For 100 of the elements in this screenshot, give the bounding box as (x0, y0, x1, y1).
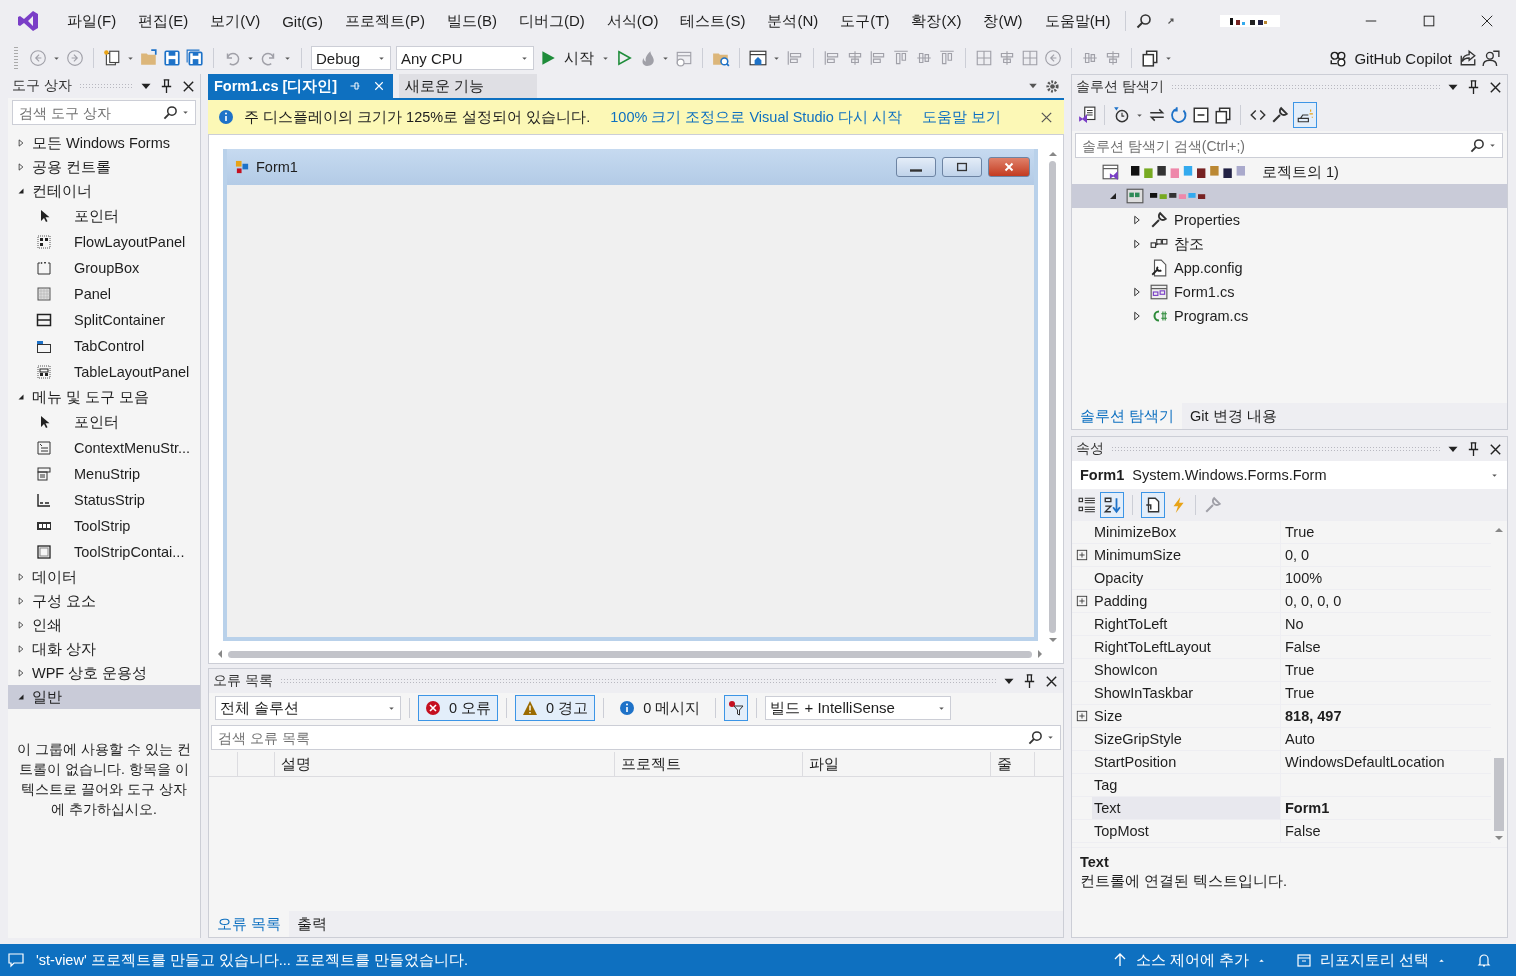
property-value[interactable]: 0, 0, 0, 0 (1281, 593, 1491, 609)
refresh-icon[interactable] (1170, 106, 1188, 124)
align-center-icon[interactable] (846, 49, 864, 67)
toolbox-group[interactable]: 데이터 (8, 565, 200, 589)
notification-bell-icon[interactable] (1476, 952, 1492, 968)
history-icon[interactable] (1113, 106, 1131, 124)
search-icon[interactable] (163, 105, 178, 120)
menu-item[interactable]: 확장(X) (900, 11, 973, 31)
menu-item[interactable]: 편집(E) (127, 11, 200, 31)
toolbox-item[interactable]: SplitContainer (8, 307, 200, 333)
property-value[interactable]: True (1281, 662, 1491, 678)
align-icon[interactable] (786, 49, 804, 67)
share-icon[interactable] (1459, 49, 1477, 67)
layout-icon[interactable] (749, 49, 767, 67)
menu-item[interactable]: 프로젝트(P) (334, 11, 436, 31)
search-icon[interactable] (1028, 730, 1043, 745)
property-name[interactable]: Padding (1092, 590, 1281, 612)
align-bottom-icon[interactable] (938, 49, 956, 67)
column-header[interactable]: 파일 (803, 752, 991, 776)
expand-icon[interactable] (1076, 549, 1088, 561)
maximize-button[interactable] (942, 157, 982, 177)
toolbox-group[interactable]: 메뉴 및 도구 모음 (8, 385, 200, 409)
scroll-up-icon[interactable] (1047, 149, 1058, 159)
sync-icon[interactable] (1148, 106, 1166, 124)
scroll-down-icon[interactable] (1494, 833, 1504, 843)
scroll-right-icon[interactable] (1035, 649, 1045, 659)
new-item-icon[interactable] (103, 49, 121, 67)
menu-item[interactable]: 도구(T) (829, 11, 901, 31)
errors-filter-button[interactable]: 0 오류 (418, 695, 499, 721)
menu-item[interactable]: 테스트(S) (669, 11, 757, 31)
open-folder-icon[interactable] (140, 49, 158, 67)
tree-item[interactable]: Program.cs (1072, 304, 1507, 328)
search-icon[interactable] (1470, 138, 1485, 153)
toolbox-group[interactable]: 공용 컨트롤 (8, 155, 200, 179)
dropdown-caret-icon[interactable] (181, 108, 190, 117)
toolbox-item[interactable]: StatusStrip (8, 487, 200, 513)
settings-icon[interactable] (1045, 78, 1060, 94)
property-name[interactable]: RightToLeft (1092, 613, 1281, 635)
property-name[interactable]: Text (1092, 797, 1281, 819)
close-button[interactable] (988, 157, 1030, 177)
build-filter-dropdown[interactable]: 빌드 + IntelliSense (765, 696, 952, 720)
pin-icon[interactable] (1022, 673, 1037, 689)
property-value[interactable]: True (1281, 685, 1491, 701)
copilot-button[interactable]: GitHub Copilot (1352, 49, 1454, 67)
window-icon[interactable] (675, 49, 693, 67)
scroll-up-icon[interactable] (1494, 525, 1504, 535)
property-value[interactable]: Auto (1281, 731, 1491, 747)
platform-dropdown[interactable]: Any CPU (396, 46, 534, 70)
property-value[interactable]: False (1281, 639, 1491, 655)
menu-item[interactable]: 창(W) (972, 11, 1034, 31)
maximize-icon[interactable] (1422, 14, 1436, 28)
toolbox-group[interactable]: 컨테이너 (8, 179, 200, 203)
align-left-icon[interactable] (823, 49, 841, 67)
object-dropdown[interactable]: Form1 System.Windows.Forms.Form (1072, 461, 1507, 489)
property-value[interactable]: No (1281, 616, 1491, 632)
toolbox-group[interactable]: 일반 (8, 685, 200, 709)
collapsed-arrow-icon[interactable] (1131, 214, 1143, 226)
collapsed-arrow-icon[interactable] (1131, 286, 1143, 298)
search-field[interactable]: 검색 오류 목록 (211, 725, 1061, 750)
save-icon[interactable] (163, 49, 181, 67)
scrollbar-thumb[interactable] (1049, 161, 1056, 633)
expanded-arrow-icon[interactable] (16, 186, 26, 196)
expand-icon[interactable] (1076, 710, 1088, 722)
property-name[interactable]: ShowIcon (1092, 659, 1281, 681)
copy-icon[interactable] (1214, 106, 1232, 124)
menu-item[interactable]: 디버그(D) (508, 11, 596, 31)
property-value[interactable]: True (1281, 524, 1491, 540)
menu-item[interactable]: 파일(F) (56, 11, 128, 31)
property-name[interactable]: SizeGripStyle (1092, 728, 1281, 750)
column-header[interactable]: 줄 (991, 752, 1035, 776)
toolbar-button[interactable] (1100, 492, 1124, 518)
toolbox-item[interactable]: ToolStrip (8, 513, 200, 539)
info-link[interactable]: 100% 크기 조정으로 Visual Studio 다시 시작 (610, 107, 902, 127)
dropdown-caret-icon[interactable] (1046, 733, 1055, 742)
column-header[interactable]: 프로젝트 (615, 752, 803, 776)
repository-button[interactable]: 리포지토리 선택 (1319, 950, 1429, 970)
expanded-arrow-icon[interactable] (16, 392, 26, 402)
pin-icon[interactable] (159, 78, 174, 94)
collapse-icon[interactable] (1192, 106, 1210, 124)
menu-item[interactable]: 분석(N) (756, 11, 830, 31)
property-name[interactable]: StartPosition (1092, 751, 1281, 773)
column-header[interactable]: 설명 (275, 752, 615, 776)
property-name[interactable]: Tag (1092, 774, 1281, 796)
scroll-down-icon[interactable] (1047, 635, 1058, 645)
property-name[interactable]: MinimumSize (1092, 544, 1281, 566)
collapsed-arrow-icon[interactable] (16, 572, 26, 582)
panel-tab[interactable]: 오류 목록 (209, 911, 290, 937)
play-outline-icon[interactable] (615, 49, 633, 67)
tree-item[interactable]: App.config (1072, 256, 1507, 280)
categorized-icon[interactable] (1078, 496, 1096, 514)
dropdown-caret-icon[interactable] (1488, 141, 1497, 150)
toolbox-item[interactable]: GroupBox (8, 255, 200, 281)
pin-icon[interactable] (1466, 441, 1481, 457)
tree-item[interactable]: Properties (1072, 208, 1507, 232)
align-right-icon[interactable] (869, 49, 887, 67)
menu-item[interactable]: 도움말(H) (1033, 11, 1122, 31)
copilot-icon[interactable] (1329, 49, 1348, 67)
tree-item[interactable]: 로젝트의 1) (1072, 160, 1507, 184)
menu-item[interactable]: Git(G) (271, 12, 334, 30)
scrollbar-thumb[interactable] (1494, 758, 1504, 831)
